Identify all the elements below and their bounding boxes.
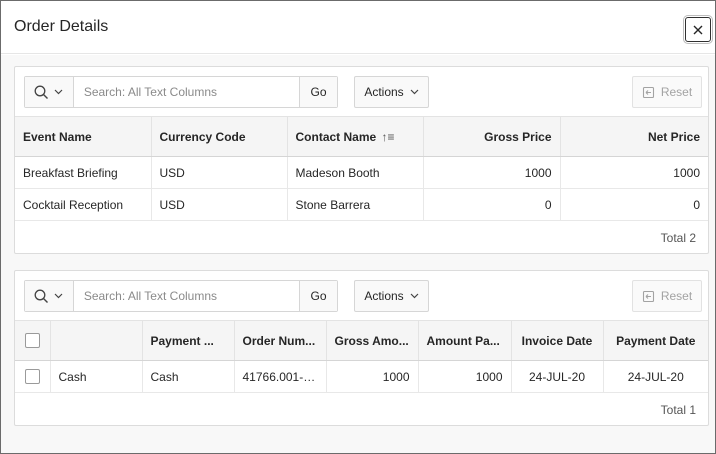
- column-header-net-price[interactable]: Net Price: [560, 116, 708, 157]
- column-header-blank: [50, 320, 143, 361]
- column-header-invoice-date[interactable]: Invoice Date: [511, 320, 604, 361]
- table-row: Cash Cash 41766.001-1... 1000 1000 24-JU…: [15, 360, 708, 393]
- table-header-row: Payment ... Order Num... Gross Amo... Am…: [15, 320, 708, 361]
- cell-gross-price: 1000: [423, 156, 561, 189]
- search-column-selector[interactable]: [25, 77, 74, 107]
- select-all-header: [15, 320, 51, 361]
- order-details-dialog: Order Details Search: All Text Columns G…: [0, 0, 716, 454]
- cell-contact-name: Madeson Booth: [287, 156, 424, 189]
- report-toolbar: Go Actions Reset: [15, 67, 708, 116]
- cell-net-price: 0: [560, 188, 708, 221]
- reset-label: Reset: [660, 85, 693, 99]
- events-report-region: Go Actions Reset: [14, 66, 709, 254]
- close-icon: [693, 25, 703, 34]
- dialog-header: Order Details: [1, 1, 715, 54]
- search-bar: Go: [24, 76, 338, 108]
- reset-label: Reset: [660, 289, 693, 303]
- reset-button[interactable]: Reset: [632, 76, 702, 108]
- search-icon: [34, 85, 49, 99]
- cell-gross-price: 0: [423, 188, 561, 221]
- search-icon: [34, 289, 49, 303]
- actions-label: Actions: [364, 289, 404, 303]
- row-select-cell: [15, 360, 51, 393]
- column-header-payment-date[interactable]: Payment Date: [603, 320, 708, 361]
- column-header-amount-paid[interactable]: Amount Pa...: [418, 320, 512, 361]
- reset-button[interactable]: Reset: [632, 280, 702, 312]
- report-footer: Total 1: [15, 393, 708, 426]
- search-input[interactable]: [73, 77, 300, 107]
- search-bar: Go: [24, 280, 338, 312]
- row-checkbox[interactable]: [24, 369, 40, 385]
- table-header-row: Event Name Currency Code Contact Name ↑≡…: [15, 116, 708, 157]
- cell-payment-method: Cash: [50, 360, 143, 393]
- chevron-down-icon: [410, 89, 419, 95]
- cell-currency-code: USD: [151, 188, 288, 221]
- row-total: Total 2: [660, 231, 696, 245]
- cell-contact-name: Stone Barrera: [287, 188, 424, 221]
- report-footer: Total 2: [15, 221, 708, 254]
- cell-net-price: 1000: [560, 156, 708, 189]
- actions-menu-button[interactable]: Actions: [354, 280, 429, 312]
- payments-table: Payment ... Order Num... Gross Amo... Am…: [15, 320, 708, 393]
- actions-label: Actions: [364, 85, 404, 99]
- column-header-gross-price[interactable]: Gross Price: [423, 116, 561, 157]
- sort-ascending-icon: ↑≡: [381, 129, 395, 144]
- column-header-contact-name[interactable]: Contact Name ↑≡: [287, 116, 424, 157]
- table-row: Breakfast Briefing USD Madeson Booth 100…: [15, 156, 708, 189]
- cell-gross-amount: 1000: [326, 360, 419, 393]
- close-button[interactable]: [685, 17, 711, 42]
- go-button[interactable]: Go: [299, 281, 337, 311]
- cell-event-name: Breakfast Briefing: [15, 156, 152, 189]
- search-input[interactable]: [73, 281, 300, 311]
- dialog-body: Go Actions Reset: [1, 55, 715, 453]
- cell-currency-code: USD: [151, 156, 288, 189]
- row-total: Total 1: [660, 403, 696, 417]
- dialog-title: Order Details: [14, 18, 109, 35]
- actions-menu-button[interactable]: Actions: [354, 76, 429, 108]
- column-header-gross-amount[interactable]: Gross Amo...: [326, 320, 419, 361]
- select-all-checkbox[interactable]: [24, 333, 40, 349]
- column-header-label: Contact Name: [295, 129, 377, 144]
- cell-invoice-date: 24-JUL-20: [511, 360, 604, 393]
- column-header-order-number[interactable]: Order Num...: [234, 320, 327, 361]
- search-column-selector[interactable]: [25, 281, 74, 311]
- events-table: Event Name Currency Code Contact Name ↑≡…: [15, 116, 708, 221]
- cell-order-number: 41766.001-1...: [234, 360, 327, 393]
- column-header-event-name[interactable]: Event Name: [15, 116, 152, 157]
- reset-icon: [642, 290, 654, 302]
- cell-payment: Cash: [142, 360, 235, 393]
- column-header-currency-code[interactable]: Currency Code: [151, 116, 288, 157]
- cell-payment-date: 24-JUL-20: [603, 360, 708, 393]
- column-header-payment[interactable]: Payment ...: [142, 320, 235, 361]
- report-toolbar: Go Actions Reset: [15, 271, 708, 320]
- cell-event-name: Cocktail Reception: [15, 188, 152, 221]
- chevron-down-icon: [410, 293, 419, 299]
- payments-report-region: Go Actions Reset: [14, 270, 709, 426]
- go-button[interactable]: Go: [299, 77, 337, 107]
- chevron-down-icon: [54, 293, 63, 299]
- cell-amount-paid: 1000: [418, 360, 512, 393]
- table-row: Cocktail Reception USD Stone Barrera 0 0: [15, 188, 708, 221]
- chevron-down-icon: [54, 89, 63, 95]
- reset-icon: [642, 86, 654, 98]
